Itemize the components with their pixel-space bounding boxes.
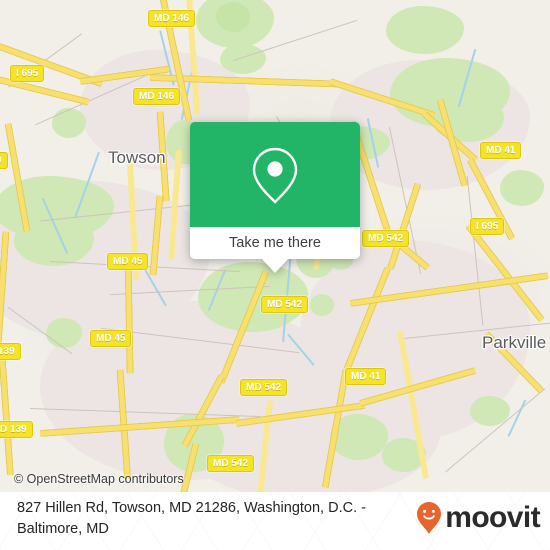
- road-shield: I 695: [470, 218, 505, 235]
- footer-bar: 827 Hillen Rd, Towson, MD 21286, Washing…: [0, 492, 550, 550]
- moovit-map-screenshot: Towson Parkville MD 146 I 695 MD 146 MD …: [0, 0, 550, 550]
- map-canvas[interactable]: Towson Parkville MD 146 I 695 MD 146 MD …: [0, 0, 550, 492]
- road-shield: MD 542: [261, 296, 309, 313]
- road-shield: MD 542: [207, 455, 255, 472]
- map-place-label: Parkville: [482, 333, 547, 352]
- road-shield: MD 45: [107, 253, 149, 270]
- road-shield: MD 41: [345, 368, 387, 385]
- osm-attribution[interactable]: © OpenStreetMap contributors: [14, 472, 184, 486]
- take-me-there-card[interactable]: Take me there: [190, 122, 360, 273]
- map-pin-icon: [252, 147, 298, 204]
- take-me-there-label: Take me there: [229, 235, 321, 251]
- map-park-area: [216, 2, 250, 32]
- road-shield: MD 146: [148, 10, 196, 27]
- road-shield: MD 542: [240, 379, 288, 396]
- map-place-label: Towson: [108, 148, 166, 167]
- road-shield: MD 45: [90, 330, 132, 347]
- card-pointer-tail: [262, 259, 288, 273]
- road-shield: MD 146: [133, 88, 181, 105]
- road-shield: 9: [0, 152, 8, 169]
- card-pin-area: [190, 122, 360, 227]
- road-shield: 139: [0, 343, 21, 360]
- moovit-smiley-pin-icon: [417, 502, 442, 534]
- road-shield: MD 41: [480, 142, 522, 159]
- moovit-wordmark: moovit: [445, 501, 540, 534]
- take-me-there-button[interactable]: Take me there: [190, 227, 360, 259]
- moovit-logo[interactable]: moovit: [416, 501, 541, 535]
- road-shield: I 695: [10, 65, 45, 82]
- road-shield: D 139: [0, 421, 33, 438]
- address-label: 827 Hillen Rd, Towson, MD 21286, Washing…: [17, 500, 366, 537]
- road-shield: MD 542: [362, 230, 410, 247]
